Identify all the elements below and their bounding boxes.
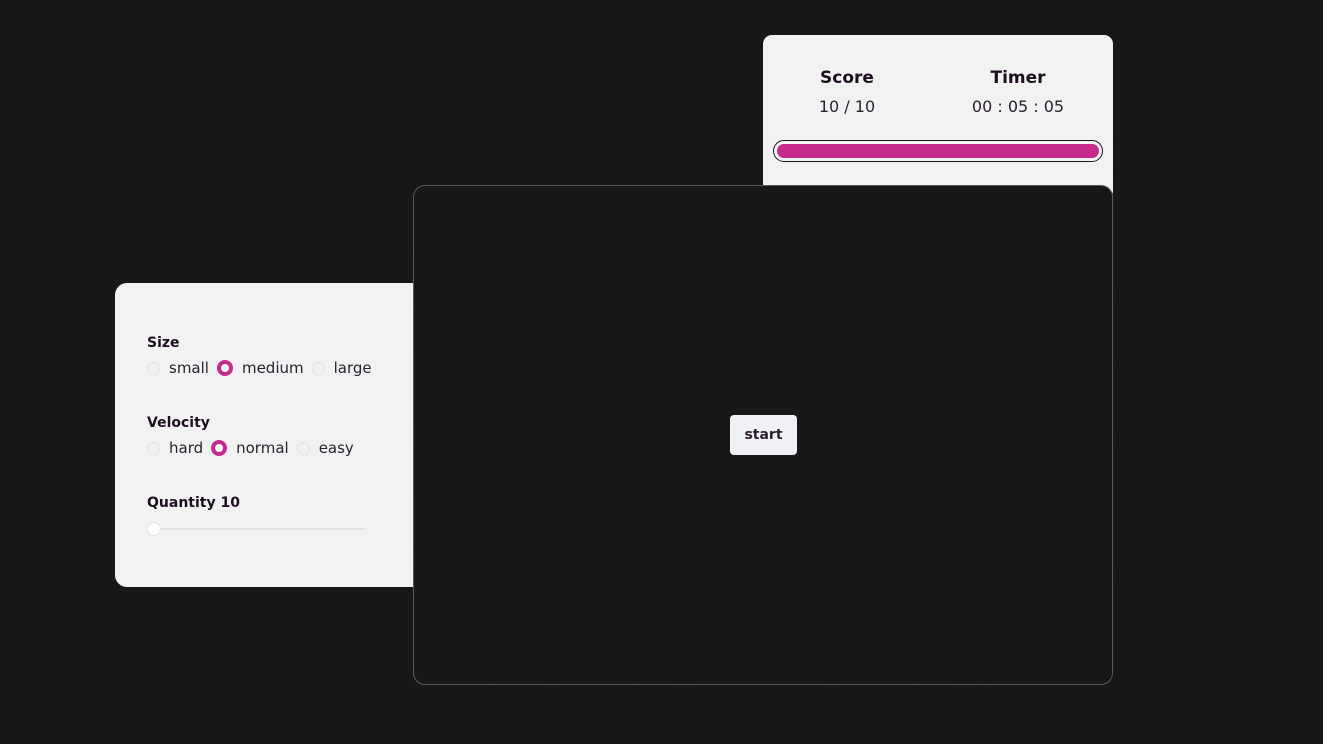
velocity-option-label: normal xyxy=(236,439,289,457)
velocity-radio-easy[interactable] xyxy=(296,441,310,455)
settings-panel: Size small medium large Velocity hard no… xyxy=(115,283,435,587)
quantity-slider-thumb[interactable] xyxy=(147,522,161,536)
velocity-options: hard normal easy xyxy=(147,437,362,459)
size-options: small medium large xyxy=(147,357,380,379)
size-option-label: large xyxy=(333,359,372,377)
size-radio-small[interactable] xyxy=(147,361,160,375)
velocity-option-label: easy xyxy=(318,439,354,457)
score-panel: Score 10 / 10 Timer 00 : 05 : 05 xyxy=(763,35,1113,200)
timer-stat: Timer 00 : 05 : 05 xyxy=(958,67,1078,118)
timer-label: Timer xyxy=(990,68,1046,88)
velocity-option-normal[interactable]: normal xyxy=(211,439,289,457)
size-option-small[interactable]: small xyxy=(147,359,209,377)
score-stat: Score 10 / 10 xyxy=(787,67,907,118)
velocity-radio-hard[interactable] xyxy=(147,441,160,455)
size-option-medium[interactable]: medium xyxy=(216,359,304,377)
score-value: 10 / 10 xyxy=(818,97,876,116)
time-progress-bar xyxy=(773,140,1103,162)
size-radio-large[interactable] xyxy=(311,361,325,375)
velocity-option-easy[interactable]: easy xyxy=(296,439,354,457)
time-progress-fill xyxy=(777,144,1099,158)
quantity-slider-track[interactable] xyxy=(147,528,365,530)
score-label: Score xyxy=(820,68,874,88)
size-option-label: medium xyxy=(241,359,304,377)
velocity-setting: Velocity hard normal easy xyxy=(147,414,362,459)
timer-value: 00 : 05 : 05 xyxy=(971,97,1065,116)
size-option-label: small xyxy=(169,359,209,377)
game-stage: Score 10 / 10 Timer 00 : 05 : 05 Size sm… xyxy=(0,0,1323,744)
velocity-option-label: hard xyxy=(169,439,204,457)
quantity-title: Quantity 10 xyxy=(147,495,240,511)
size-radio-medium[interactable] xyxy=(216,360,233,376)
start-button[interactable]: start xyxy=(730,415,797,455)
velocity-option-hard[interactable]: hard xyxy=(147,439,203,457)
size-setting: Size small medium large xyxy=(147,334,380,379)
velocity-radio-normal[interactable] xyxy=(211,440,228,456)
size-option-large[interactable]: large xyxy=(311,359,372,377)
velocity-title: Velocity xyxy=(147,415,210,431)
quantity-slider[interactable] xyxy=(147,522,365,536)
quantity-setting: Quantity 10 xyxy=(147,494,365,536)
game-board[interactable]: start xyxy=(413,185,1113,685)
size-title: Size xyxy=(147,335,180,351)
